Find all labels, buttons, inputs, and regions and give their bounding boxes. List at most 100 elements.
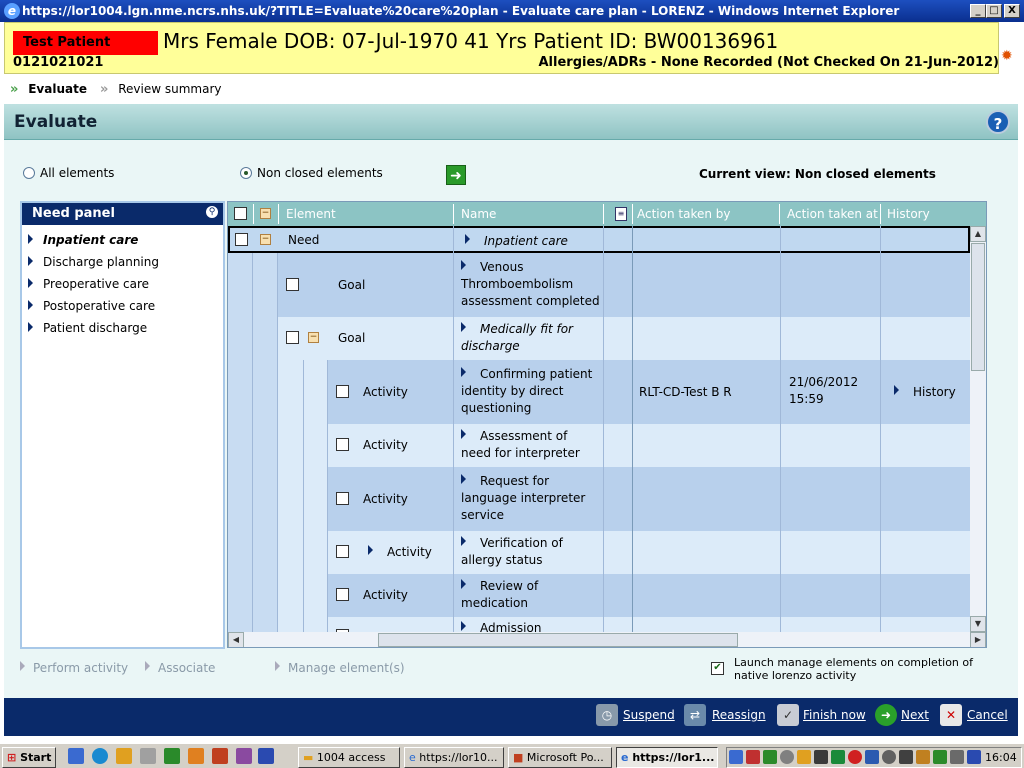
need-item-inpatient-care[interactable]: Inpatient care (28, 233, 138, 247)
tray-sync-icon[interactable] (933, 750, 947, 764)
vertical-scrollbar[interactable]: ▲ ▼ (970, 226, 986, 632)
cancel-button[interactable]: Cancel (967, 708, 1008, 722)
row-name[interactable]: Confirming patient identity by direct qu… (461, 366, 601, 417)
row-checkbox[interactable] (336, 438, 349, 451)
table-row[interactable]: − Goal Medically fit for discharge (228, 317, 970, 360)
scroll-up-button[interactable]: ▲ (970, 226, 986, 242)
next-button[interactable]: Next (901, 708, 929, 722)
scroll-down-button[interactable]: ▼ (970, 616, 986, 632)
perform-activity-link[interactable]: Perform activity (20, 661, 128, 675)
column-header-name[interactable]: Name (461, 207, 496, 221)
quicklaunch-excel-icon[interactable] (164, 748, 180, 764)
table-row[interactable]: Activity Confirming patient identity by … (228, 360, 970, 424)
alert-star-icon[interactable]: ✹ (1001, 48, 1013, 64)
quicklaunch-desktop-icon[interactable] (140, 748, 156, 764)
need-item-patient-discharge[interactable]: Patient discharge (28, 321, 147, 335)
all-elements-label[interactable]: All elements (40, 166, 114, 180)
tray-tools-icon[interactable] (916, 750, 930, 764)
tray-v-icon[interactable] (967, 750, 981, 764)
need-item-preoperative-care[interactable]: Preoperative care (28, 277, 149, 291)
row-name[interactable]: Review of medication (461, 578, 601, 612)
column-header-action-taken-at[interactable]: Action taken at (787, 207, 878, 221)
quicklaunch-publisher-icon[interactable] (236, 748, 252, 764)
column-header-action-taken-by[interactable]: Action taken by (637, 207, 731, 221)
row-checkbox[interactable] (235, 233, 248, 246)
row-history-link[interactable]: History (894, 384, 956, 401)
row-name[interactable]: Medically fit for discharge (461, 321, 601, 355)
tray-network-icon[interactable] (729, 750, 743, 764)
tray-monitor-icon[interactable] (899, 750, 913, 764)
row-checkbox[interactable] (336, 492, 349, 505)
row-name[interactable]: Inpatient care (465, 233, 568, 250)
tray-security-icon[interactable] (797, 750, 811, 764)
scroll-left-button[interactable]: ◀ (228, 632, 244, 647)
tray-volume-icon[interactable] (780, 750, 794, 764)
row-checkbox[interactable] (286, 278, 299, 291)
row-checkbox[interactable] (336, 385, 349, 398)
tray-antivirus-icon[interactable] (746, 750, 760, 764)
row-name[interactable]: Venous Thromboembolism assessment comple… (461, 259, 601, 310)
tray-alert-icon[interactable] (848, 750, 862, 764)
minimize-button[interactable]: _ (970, 4, 986, 18)
table-row[interactable]: Activity Assessment of need for interpre… (228, 424, 970, 467)
maximize-button[interactable]: □ (986, 4, 1002, 18)
collapse-all-icon[interactable]: − (260, 208, 271, 219)
column-header-element[interactable]: Element (286, 207, 336, 221)
table-row[interactable]: Admission (228, 617, 970, 632)
select-all-checkbox[interactable] (234, 207, 247, 220)
tray-update-icon[interactable] (763, 750, 777, 764)
associate-link[interactable]: Associate (145, 661, 215, 675)
tray-app-icon[interactable] (831, 750, 845, 764)
start-button[interactable]: ⊞ Start (2, 747, 56, 768)
all-elements-radio[interactable] (23, 167, 35, 179)
tray-bluetooth-icon[interactable] (865, 750, 879, 764)
row-name[interactable]: Verification of allergy status (461, 535, 601, 569)
horizontal-scroll-thumb[interactable] (378, 633, 738, 647)
row-name[interactable]: Request for language interpreter service (461, 473, 601, 524)
row-name[interactable]: Admission (461, 620, 601, 632)
finish-now-button[interactable]: Finish now (803, 708, 866, 722)
quicklaunch-ie-icon[interactable] (68, 748, 84, 764)
table-row[interactable]: Activity Verification of allergy status (228, 531, 970, 574)
row-element-type[interactable]: Activity (368, 544, 432, 561)
quicklaunch-browser-icon[interactable] (92, 748, 108, 764)
breadcrumb-item-review-summary[interactable]: » Review summary (100, 82, 222, 97)
row-name[interactable]: Assessment of need for interpreter (461, 428, 601, 462)
vertical-scroll-thumb[interactable] (971, 243, 985, 371)
launch-manage-elements-label[interactable]: Launch manage elements on completion of … (734, 656, 974, 682)
launch-manage-elements-checkbox[interactable]: ✔ (711, 662, 724, 675)
row-checkbox[interactable] (286, 331, 299, 344)
non-closed-elements-radio[interactable] (240, 167, 252, 179)
quicklaunch-powerpoint-icon[interactable] (212, 748, 228, 764)
manage-elements-link[interactable]: Manage element(s) (275, 661, 405, 675)
tray-printer-icon[interactable] (950, 750, 964, 764)
pin-icon[interactable]: ⚲ (206, 206, 218, 218)
suspend-button[interactable]: Suspend (623, 708, 675, 722)
tray-settings-icon[interactable] (882, 750, 896, 764)
breadcrumb-item-evaluate[interactable]: » Evaluate (10, 82, 87, 97)
taskbar-item-powerpoint[interactable]: ■ Microsoft Po... (508, 747, 612, 768)
table-row[interactable]: Goal Venous Thromboembolism assessment c… (228, 253, 970, 317)
collapse-icon[interactable]: − (308, 332, 319, 343)
apply-filter-button[interactable]: ➜ (446, 165, 466, 185)
reassign-button[interactable]: Reassign (712, 708, 766, 722)
table-row[interactable]: Activity Review of medication (228, 574, 970, 617)
allergies-status[interactable]: Allergies/ADRs - None Recorded (Not Chec… (539, 55, 1000, 70)
horizontal-scrollbar[interactable]: ◀ ▶ (228, 632, 986, 647)
need-item-postoperative-care[interactable]: Postoperative care (28, 299, 155, 313)
row-checkbox[interactable] (336, 545, 349, 558)
table-row[interactable]: − Need Inpatient care (228, 226, 970, 253)
collapse-icon[interactable]: − (260, 234, 271, 245)
close-window-button[interactable]: X (1004, 4, 1020, 18)
taskbar-item-browser-2[interactable]: e https://lor1... (616, 747, 718, 768)
taskbar-item-browser-1[interactable]: e https://lor10... (404, 747, 504, 768)
scroll-right-button[interactable]: ▶ (970, 632, 986, 647)
row-checkbox[interactable] (336, 588, 349, 601)
quicklaunch-outlook-icon[interactable] (188, 748, 204, 764)
column-header-history[interactable]: History (887, 207, 930, 221)
non-closed-elements-label[interactable]: Non closed elements (257, 166, 383, 180)
tray-display-icon[interactable] (814, 750, 828, 764)
need-item-discharge-planning[interactable]: Discharge planning (28, 255, 159, 269)
taskbar-item-1004-access[interactable]: ▬ 1004 access (298, 747, 400, 768)
quicklaunch-word-icon[interactable] (258, 748, 274, 764)
